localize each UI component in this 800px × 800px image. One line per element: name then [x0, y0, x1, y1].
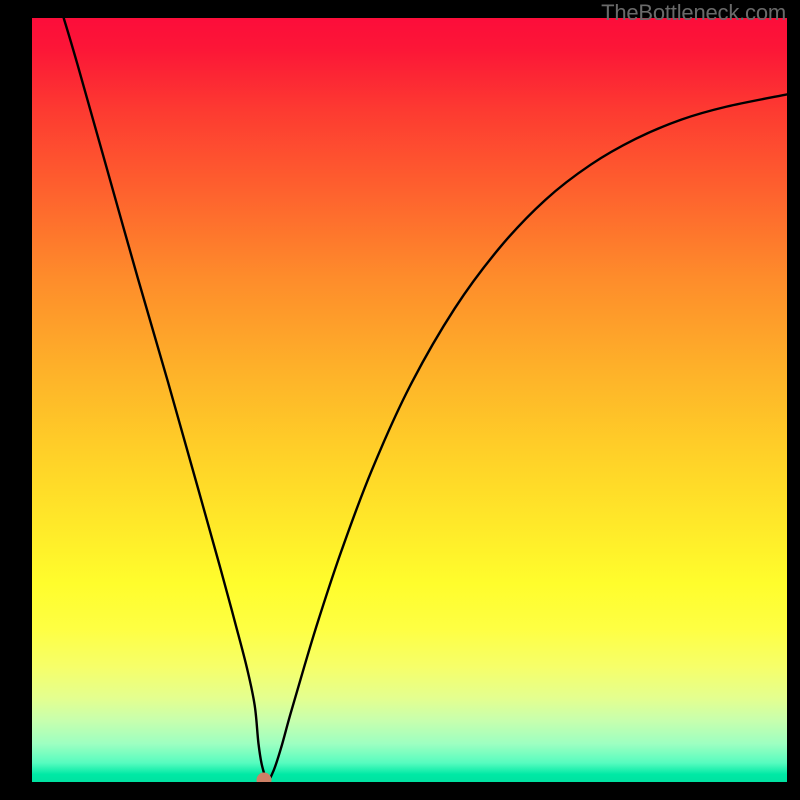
watermark-text: TheBottleneck.com — [601, 0, 786, 26]
optimal-point-marker — [256, 772, 271, 782]
plot-area — [32, 18, 787, 782]
chart-frame: TheBottleneck.com — [0, 0, 800, 800]
bottleneck-curve — [32, 18, 787, 782]
